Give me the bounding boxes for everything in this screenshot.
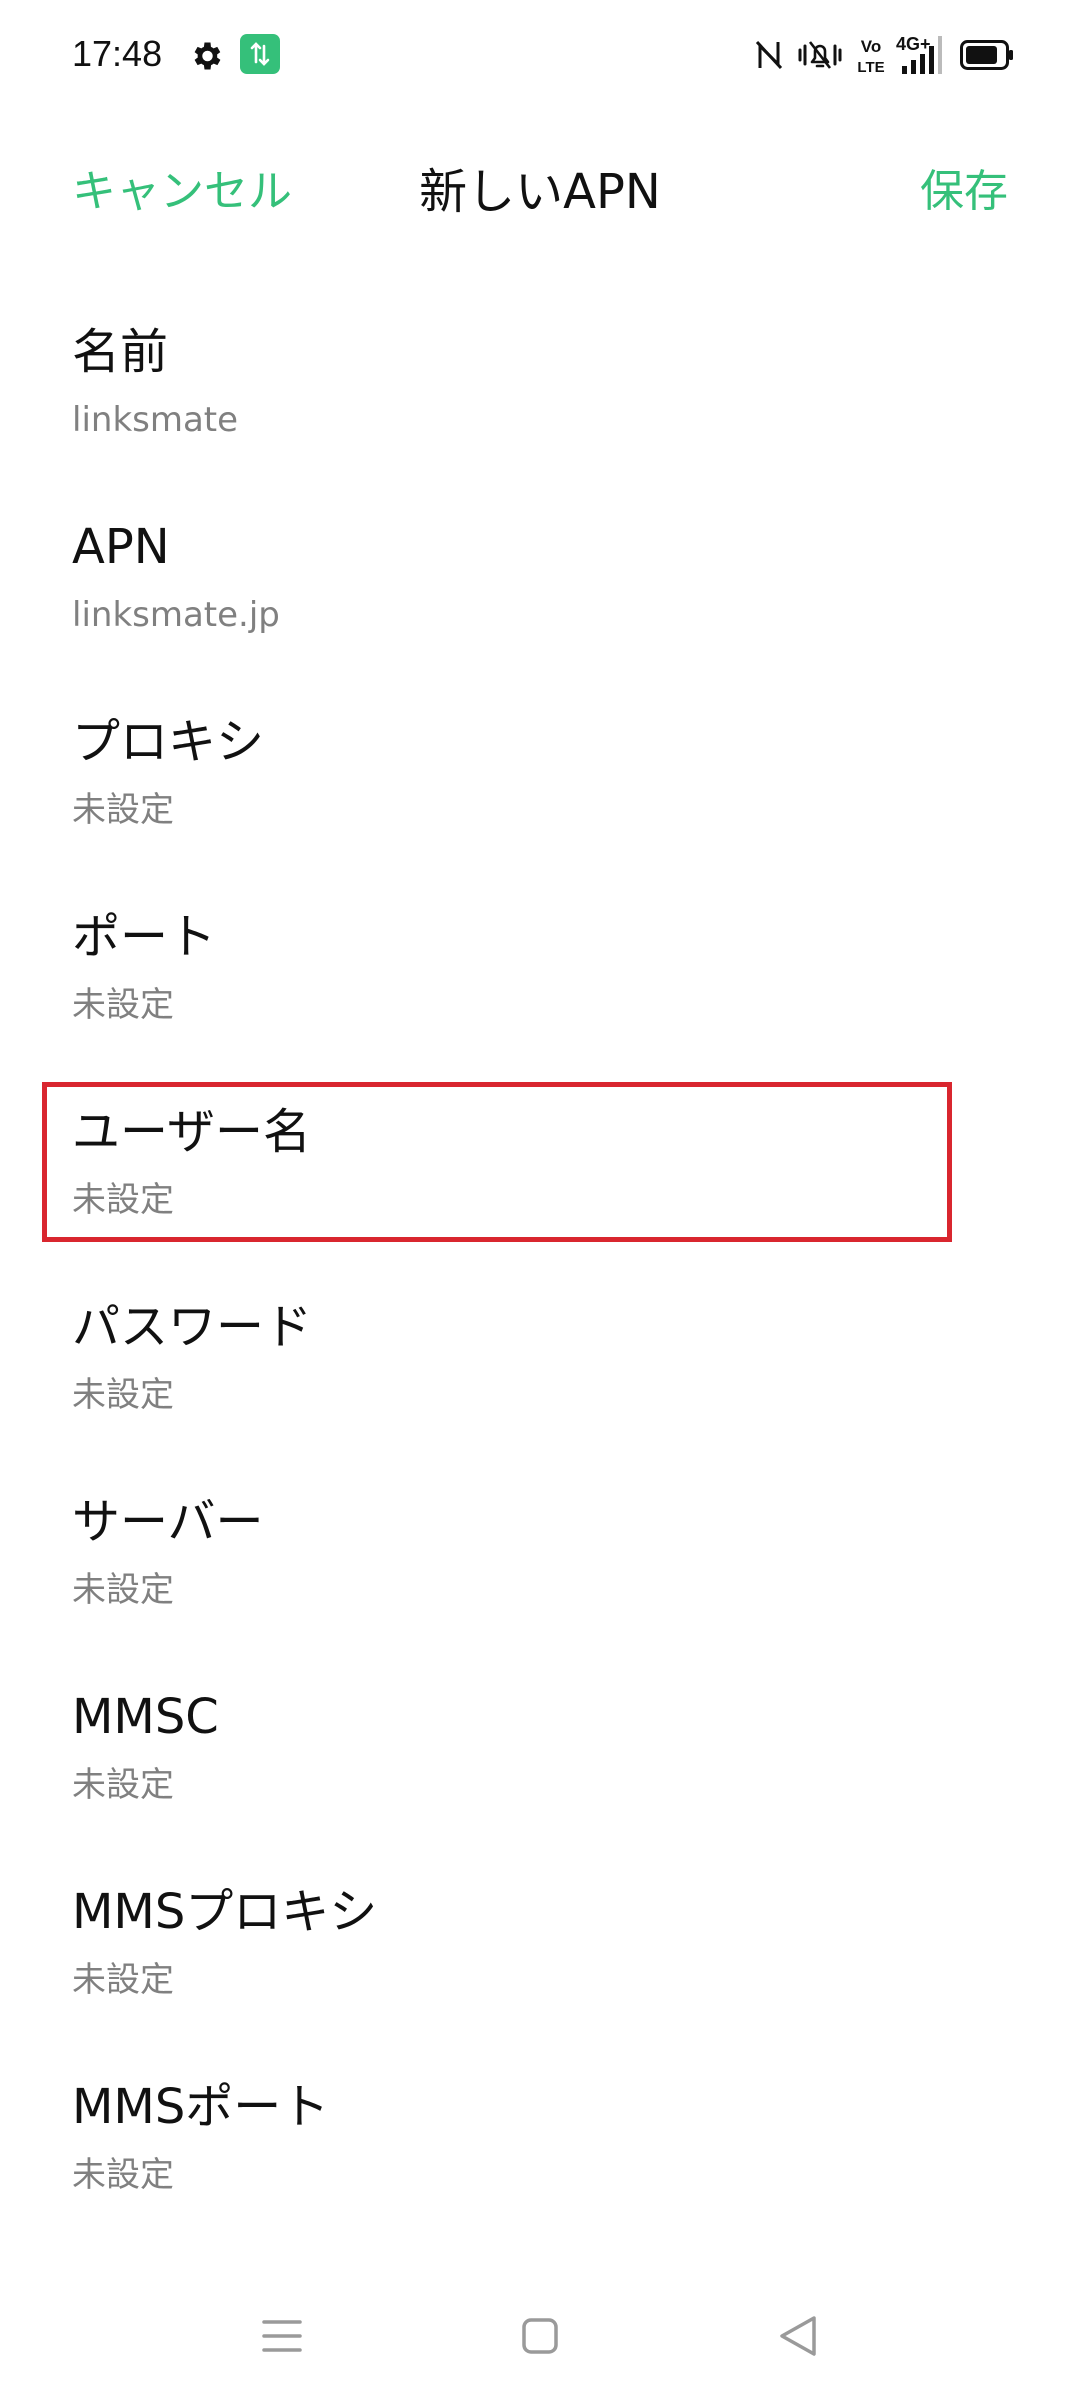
field-value: 未設定 (72, 1960, 174, 2000)
volte-icon: Vo LTE (857, 37, 884, 76)
field-mms-proxy[interactable]: MMSプロキシ 未設定 (0, 1858, 1080, 2053)
field-label: ユーザー名 (72, 1104, 312, 1160)
field-value: 未設定 (72, 1570, 174, 1610)
field-label: MMSC (72, 1689, 219, 1745)
field-server[interactable]: サーバー 未設定 (0, 1468, 1080, 1663)
field-value: 未設定 (72, 790, 174, 830)
field-mms-port[interactable]: MMSポート 未設定 (0, 2053, 1080, 2248)
field-label: サーバー (72, 1494, 264, 1550)
home-icon[interactable] (500, 2296, 580, 2376)
back-icon[interactable] (758, 2296, 838, 2376)
field-value: 未設定 (72, 1180, 174, 1220)
field-name[interactable]: 名前 linksmate (0, 298, 1080, 493)
save-button[interactable]: 保存 (920, 160, 1008, 224)
cancel-button[interactable]: キャンセル (72, 160, 292, 224)
field-port[interactable]: ポート 未設定 (0, 883, 1080, 1078)
svg-text:4G+: 4G+ (896, 34, 931, 54)
field-password[interactable]: パスワード 未設定 (0, 1273, 1080, 1468)
field-label: プロキシ (72, 714, 265, 770)
field-label: APN (72, 519, 170, 575)
field-value: 未設定 (72, 1375, 174, 1415)
nfc-off-icon (755, 40, 783, 70)
svg-text:Vo: Vo (861, 37, 881, 56)
app-bar: 新しいAPN キャンセル 保存 (0, 130, 1080, 250)
field-label: MMSポート (72, 2079, 330, 2135)
field-apn[interactable]: APN linksmate.jp (0, 493, 1080, 688)
field-value: linksmate (72, 400, 239, 440)
field-value: 未設定 (72, 2155, 174, 2195)
battery-icon (960, 40, 1013, 70)
apn-edit-screen: 17:48 Vo LTE 4G+ 新しいAPN キャンセル 保存 名前 link… (0, 0, 1080, 2400)
svg-text:LTE: LTE (857, 59, 884, 76)
gear-icon (194, 42, 221, 70)
field-label: ポート (72, 909, 217, 965)
field-label: MMSプロキシ (72, 1884, 378, 1940)
vibrate-mute-icon (798, 41, 842, 69)
status-bar: 17:48 Vo LTE 4G+ (0, 0, 1080, 110)
field-value: 未設定 (72, 1765, 174, 1805)
navigation-bar (0, 2290, 1080, 2400)
field-label: パスワード (72, 1299, 313, 1355)
field-label: 名前 (72, 324, 169, 380)
status-time: 17:48 (72, 33, 163, 74)
data-transfer-badge-icon (240, 34, 280, 74)
field-value: linksmate.jp (72, 595, 280, 635)
signal-4g-icon: 4G+ (896, 34, 942, 74)
field-proxy[interactable]: プロキシ 未設定 (0, 688, 1080, 883)
field-mmsc[interactable]: MMSC 未設定 (0, 1663, 1080, 1858)
apn-field-list: 名前 linksmate APN linksmate.jp プロキシ 未設定 ポ… (0, 298, 1080, 2248)
field-value: 未設定 (72, 985, 174, 1025)
field-username[interactable]: ユーザー名 未設定 (0, 1078, 1080, 1273)
menu-icon[interactable] (242, 2296, 322, 2376)
